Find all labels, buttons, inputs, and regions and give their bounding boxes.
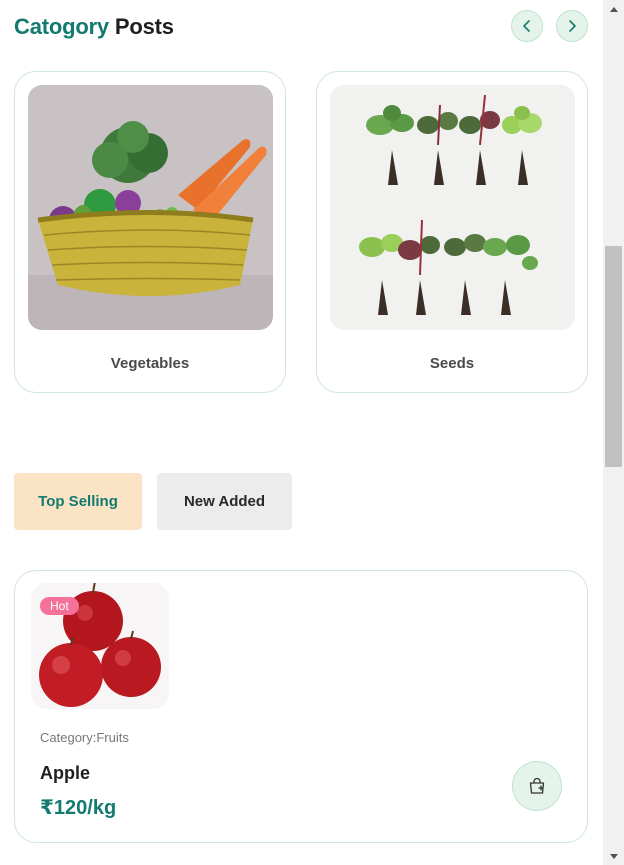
scroll-down-arrow-icon[interactable]	[603, 848, 624, 865]
category-card-vegetables[interactable]: Vegetables	[14, 71, 286, 393]
carousel-next-button[interactable]	[556, 10, 588, 42]
chevron-right-icon	[569, 20, 576, 32]
hot-badge: Hot	[40, 597, 79, 615]
product-card[interactable]: Hot Category:Fruits Apple ₹120/kg	[14, 570, 588, 843]
category-card-seeds[interactable]: Seeds	[316, 71, 588, 393]
tab-new-added[interactable]: New Added	[157, 473, 292, 530]
seedlings-image	[330, 85, 575, 330]
vegetable-basket-image	[28, 85, 273, 330]
scrollbar-thumb[interactable]	[605, 246, 622, 467]
vertical-scrollbar[interactable]	[603, 0, 624, 865]
shopping-bag-plus-icon	[529, 777, 545, 794]
add-to-cart-button[interactable]	[512, 761, 562, 811]
category-label: Seeds	[429, 355, 475, 372]
tab-top-selling[interactable]: Top Selling	[14, 473, 142, 530]
product-price: ₹120/kg	[40, 797, 117, 819]
chevron-left-icon	[523, 20, 530, 32]
carousel-prev-button[interactable]	[511, 10, 543, 42]
section-title-accent: Catogory	[14, 14, 109, 39]
scroll-up-arrow-icon[interactable]	[603, 0, 624, 17]
category-label: Vegetables	[110, 355, 190, 372]
product-category: Category:Fruits	[40, 730, 129, 745]
section-title: Catogory Posts	[14, 14, 174, 40]
product-name: Apple	[40, 763, 91, 783]
section-title-rest: Posts	[114, 14, 174, 39]
section-header: Catogory Posts	[14, 10, 590, 44]
